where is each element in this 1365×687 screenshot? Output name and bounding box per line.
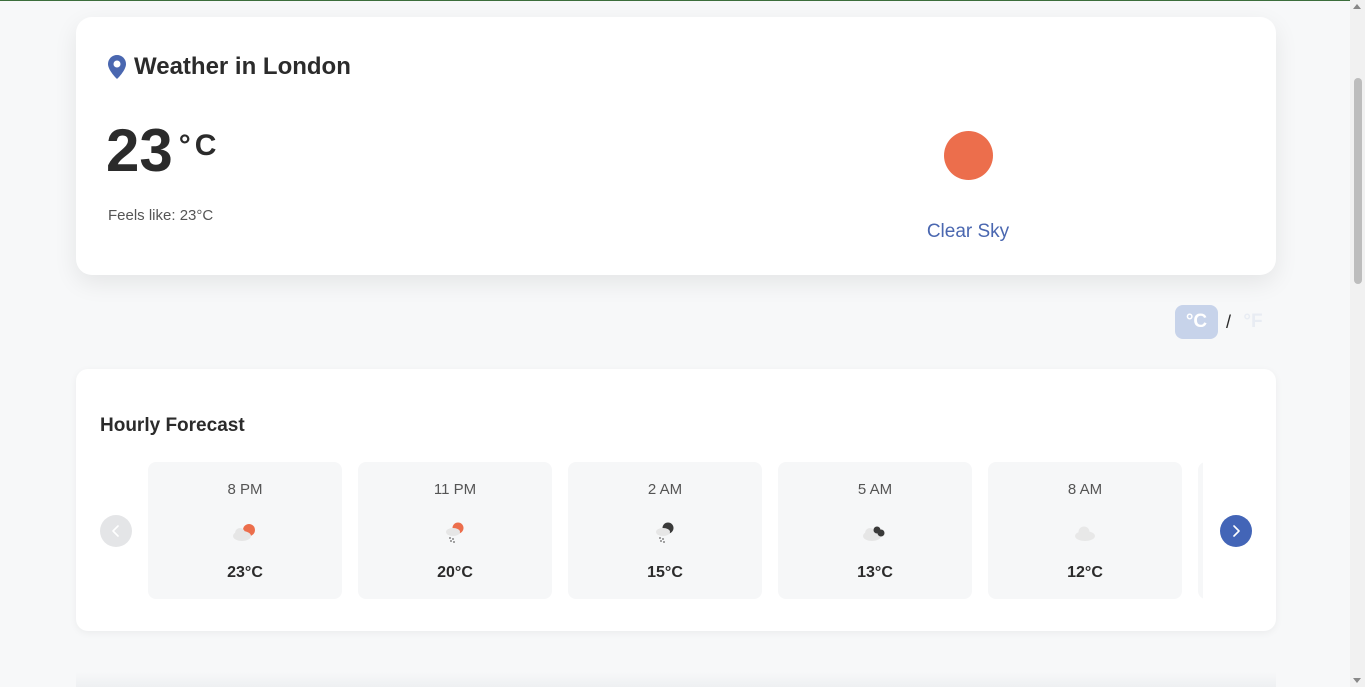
hourly-forecast-title: Hourly Forecast <box>100 415 245 436</box>
vertical-scrollbar[interactable] <box>1350 0 1365 687</box>
feels-like-text: Feels like: 23°C <box>108 207 214 224</box>
hour-time: 2 AM <box>647 481 683 498</box>
current-weather-card: Weather in London 23 °C Feels like: 23°C… <box>76 17 1276 275</box>
location-heading: Weather in London <box>108 53 351 81</box>
current-temperature: 23 <box>106 117 173 184</box>
chevron-right-icon <box>1233 525 1240 537</box>
scrollbar-thumb[interactable] <box>1354 78 1362 284</box>
fahrenheit-button[interactable]: °F <box>1233 305 1273 339</box>
moon-rain-icon <box>656 522 674 543</box>
condition-text: Clear Sky <box>926 221 1010 242</box>
location-pin-icon <box>108 55 126 79</box>
hour-item: 8 PM 23°C <box>148 462 342 599</box>
sun-rain-icon <box>446 522 464 543</box>
hour-temperature: 12°C <box>1067 564 1103 581</box>
unit-separator: / <box>1226 311 1232 332</box>
page-title: Weather in London <box>134 53 351 80</box>
celsius-button[interactable]: °C <box>1175 305 1218 339</box>
temperature-display: 23 °C <box>106 121 220 181</box>
hour-temperature: 20°C <box>437 564 473 581</box>
previous-button[interactable] <box>100 515 132 547</box>
partly-cloudy-icon <box>233 524 255 541</box>
hour-time: 5 AM <box>857 481 893 498</box>
hour-temperature: 13°C <box>857 564 893 581</box>
chevron-left-icon <box>112 525 119 537</box>
next-section-edge <box>76 672 1276 687</box>
hour-time: 11 PM <box>433 481 477 498</box>
hour-temperature: 23°C <box>227 564 263 581</box>
next-button[interactable] <box>1220 515 1252 547</box>
hour-time: 8 PM <box>227 481 263 498</box>
cloudy-night-icon <box>863 526 885 541</box>
hour-item: 8 AM 12°C <box>988 462 1182 599</box>
window-top-border <box>0 0 1365 1</box>
hour-item: 2 AM 15°C <box>568 462 762 599</box>
cloud-icon <box>1075 526 1095 541</box>
unit-toggle: °C / °F <box>1175 305 1273 339</box>
hour-item: 11 PM 20°C <box>358 462 552 599</box>
sun-icon <box>944 131 993 180</box>
scroll-down-icon[interactable] <box>1353 678 1361 683</box>
hour-item: 5 AM 13°C <box>778 462 972 599</box>
hour-item-partial <box>1198 462 1203 599</box>
hourly-list: 8 PM 23°C 11 PM 20°C 2 AM 15°C 5 AM 13°C… <box>148 462 1203 599</box>
temperature-unit: °C <box>178 129 221 162</box>
hour-temperature: 15°C <box>647 564 683 581</box>
hour-time: 8 AM <box>1067 481 1103 498</box>
scroll-up-icon[interactable] <box>1353 4 1361 9</box>
hourly-forecast-card: Hourly Forecast 8 PM 23°C 11 PM 20°C 2 A… <box>76 369 1276 631</box>
